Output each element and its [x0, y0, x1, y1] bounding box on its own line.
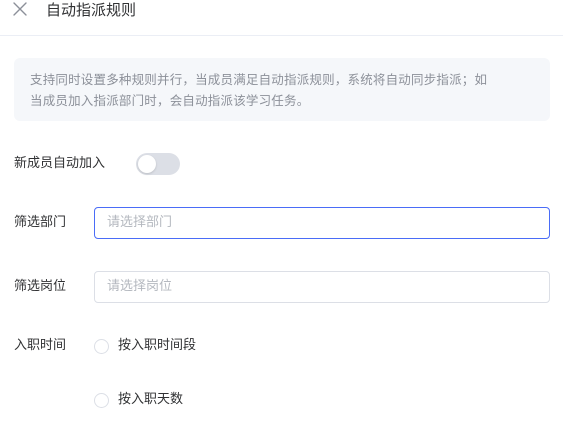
department-select[interactable]: 请选择部门: [94, 207, 550, 239]
toggle-knob: [138, 155, 156, 173]
department-label: 筛选部门: [14, 215, 67, 230]
position-placeholder: 请选择岗位: [107, 279, 173, 294]
auto-join-toggle[interactable]: [136, 153, 180, 175]
hire-time-label: 入职时间: [14, 338, 67, 353]
position-label: 筛选岗位: [14, 279, 67, 294]
auto-join-label: 新成员自动加入: [14, 156, 106, 171]
department-placeholder: 请选择部门: [107, 215, 173, 230]
radio-hire-days-label: 按入职天数: [118, 392, 184, 407]
radio-hire-days[interactable]: 按入职天数: [94, 390, 183, 410]
dialog-title: 自动指派规则: [46, 1, 137, 19]
close-icon[interactable]: [12, 1, 28, 17]
position-select[interactable]: 请选择岗位: [94, 271, 550, 303]
radio-hire-period-label: 按入职时间段: [118, 338, 197, 353]
dialog-header: 自动指派规则: [0, 0, 563, 36]
notice-line-1: 支持同时设置多种规则并行，当成员满足自动指派规则，系统将自动同步指派；如: [30, 72, 488, 87]
close-icon-glyph: [13, 2, 27, 16]
info-notice: 支持同时设置多种规则并行，当成员满足自动指派规则，系统将自动同步指派；如 当成员…: [14, 58, 550, 121]
radio-circle[interactable]: [94, 392, 109, 408]
radio-circle[interactable]: [94, 338, 109, 354]
radio-hire-period[interactable]: 按入职时间段: [94, 336, 196, 356]
notice-line-2: 当成员加入指派部门时，会自动指派该学习任务。: [30, 93, 310, 108]
